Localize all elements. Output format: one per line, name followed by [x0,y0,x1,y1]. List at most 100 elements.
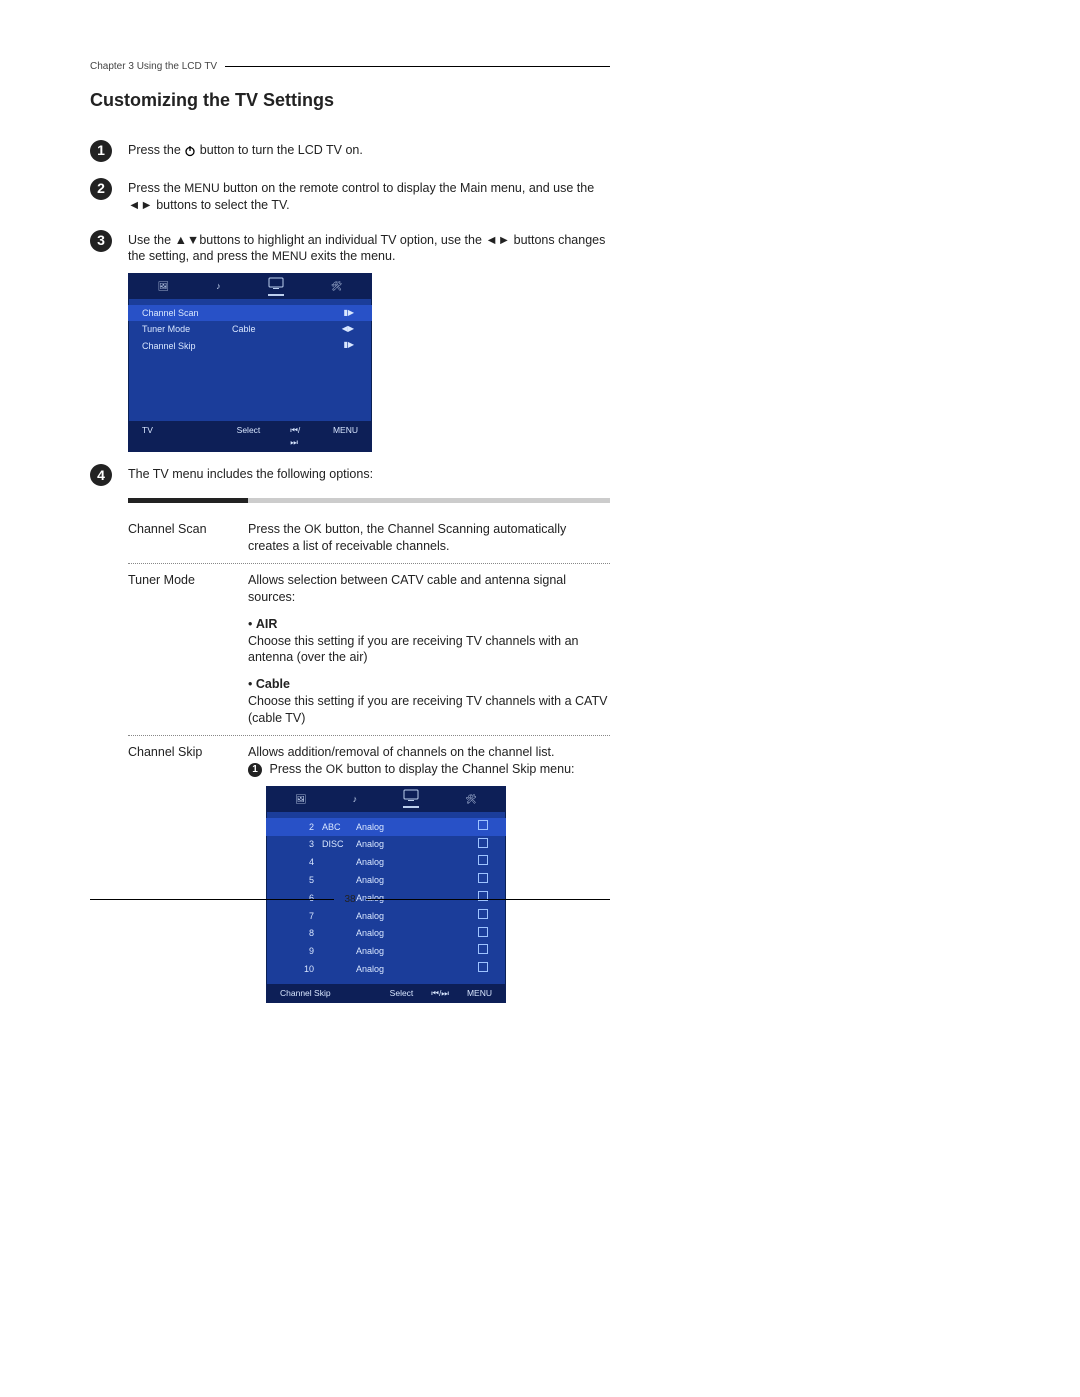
tv-icon [403,789,419,808]
channel-number: 3 [280,838,322,850]
setup-icon: 🛠 [331,280,342,292]
option-label: Channel Skip [128,744,238,1003]
osd-control-icon: ▮▶ [343,340,358,351]
step-text: Press the MENU button on the remote cont… [128,180,610,214]
picture-icon: 🖼 [295,793,306,805]
osd-label: Channel Skip [142,340,232,352]
tv-icon [268,277,284,296]
channel-type: Analog [356,910,416,922]
step-text: Press the button to turn the LCD TV on. [128,142,610,159]
step-text: Use the ▲▼buttons to highlight an indivi… [128,232,610,266]
osd-control-icon: ◀▶ [342,324,358,335]
option-desc: Allows addition/removal of channels on t… [248,744,610,1003]
text: Allows selection between CATV cable and … [248,573,566,604]
sub-desc: Choose this setting if you are receiving… [248,634,579,665]
channel-name: ABC [322,821,356,833]
channel-type: Analog [356,821,416,833]
osd-row: 8Analog [266,925,506,943]
osd-foot-nav-icon: ⏮/⏭ [290,425,303,448]
channel-checkbox [478,944,492,958]
osd-body: Channel Scan ▮▶ Tuner Mode Cable ◀▶ Chan… [128,299,372,421]
step-badge: 2 [90,178,112,200]
osd-foot-menu: MENU [333,425,358,448]
channel-type: Analog [356,874,416,886]
channel-number: 8 [280,927,322,939]
channel-checkbox [478,962,492,976]
osd-tv-menu: 🖼 ♪ 🛠 Channel Scan ▮▶ Tuner Mode [128,273,372,452]
text: Allows addition/removal of channels on t… [248,745,554,759]
osd-footer: Channel Skip Select ⏮/⏭ MENU [266,984,506,1003]
sub-cable: • Cable Choose this setting if you are r… [248,676,610,727]
channel-type: Analog [356,963,416,975]
text: Press the [128,181,184,195]
osd-foot-menu: MENU [467,988,492,999]
option-channel-skip: Channel Skip Allows addition/removal of … [128,736,610,1011]
text: Press the [269,762,325,776]
option-tuner-mode: Tuner Mode Allows selection between CATV… [128,564,610,736]
sub-title: Cable [256,677,290,691]
osd-foot-label: TV [142,425,207,448]
text: button on the remote control to display … [220,181,595,195]
osd-foot-select: Select [237,425,261,448]
section-title: Customizing the TV Settings [90,88,610,112]
text: button to turn the LCD TV on. [196,143,363,157]
osd-row: 3DISCAnalog [266,836,506,854]
osd-row: Tuner Mode Cable ◀▶ [128,321,372,337]
channel-checkbox [478,909,492,923]
osd-row: 2ABCAnalog [266,818,506,836]
osd-row: 10 Analog [266,960,506,978]
text: Press the [248,522,304,536]
osd-foot-nav-icon: ⏮/⏭ [431,988,449,999]
menu-label: MENU [272,249,307,263]
channel-number: 2 [280,821,322,833]
channel-checkbox [478,855,492,869]
step-badge: 1 [90,140,112,162]
setup-icon: 🛠 [465,793,476,805]
channel-type: Analog [356,856,416,868]
osd-row: 7 Analog [266,907,506,925]
chapter-header: Chapter 3 Using the LCD TV [90,60,610,74]
text: buttons to select the TV. [153,198,290,212]
channel-checkbox [478,873,492,887]
step-badge: 4 [90,464,112,486]
ok-label: OK [304,522,321,536]
substep-badge: 1 [248,763,262,777]
options-table: Channel Scan Press the OK button, the Ch… [128,498,610,1011]
header-rule [225,66,610,67]
text: exits the menu. [307,249,395,263]
page-footer: 38 [90,893,610,907]
text: Press the [128,143,184,157]
chapter-title: Chapter 3 Using the LCD TV [90,60,217,74]
text: Use the [128,233,175,247]
osd-row: 9 Analog [266,942,506,960]
menu-label: MENU [184,181,219,195]
osd-value: Cable [232,323,322,335]
picture-icon: 🖼 [158,280,169,292]
osd-foot-label: Channel Skip [280,988,331,999]
channel-number: 10 [280,963,322,975]
osd-label: Tuner Mode [142,323,232,335]
sub-desc: Choose this setting if you are receiving… [248,694,607,725]
step-badge: 3 [90,230,112,252]
channel-number: 9 [280,945,322,957]
osd-row: 5Analog [266,871,506,889]
channel-number: 7 [280,910,322,922]
option-label: Tuner Mode [128,572,238,727]
channel-checkbox [478,838,492,852]
osd-footer: TV Select ⏮/⏭ MENU [128,421,372,452]
text: buttons to highlight an individual TV op… [199,233,485,247]
step-text: The TV menu includes the following optio… [128,466,610,483]
option-channel-scan: Channel Scan Press the OK button, the Ch… [128,513,610,564]
channel-checkbox [478,820,492,834]
step-1: 1 Press the button to turn the LCD TV on… [90,142,610,162]
up-down-icon: ▲▼ [175,233,200,247]
left-right-icon: ◄► [128,198,153,212]
osd-row: Channel Skip ▮▶ [128,338,372,354]
osd-row: Channel Scan ▮▶ [128,305,372,321]
option-label: Channel Scan [128,521,238,555]
option-desc: Press the OK button, the Channel Scannin… [248,521,610,555]
channel-type: Analog [356,945,416,957]
sub-air: • AIR Choose this setting if you are rec… [248,616,610,667]
ok-label: OK [326,762,343,776]
text: button to display the Channel Skip menu: [343,762,574,776]
